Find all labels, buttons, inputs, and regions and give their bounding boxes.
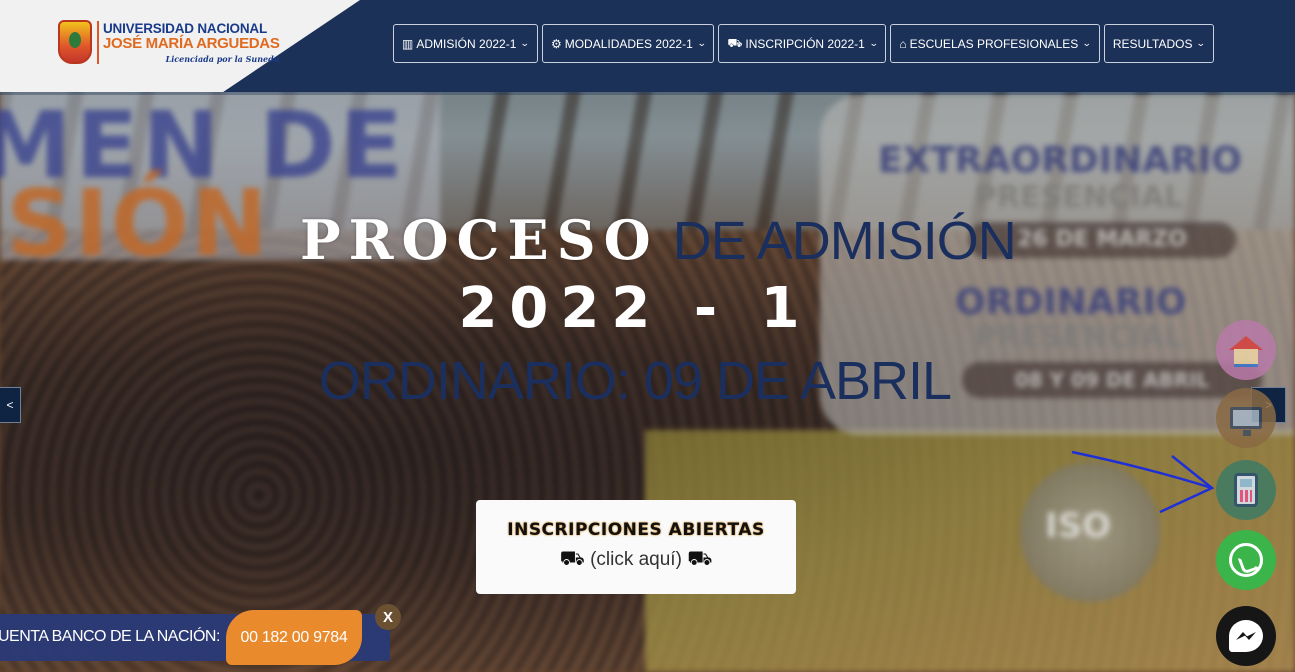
chevron-down-icon: ⌄ — [520, 38, 531, 48]
virtual-platform-button[interactable] — [1216, 388, 1276, 448]
carousel-prev-button[interactable]: < — [0, 387, 21, 423]
nav-resultados-label: RESULTADOS — [1112, 36, 1193, 51]
bank-account-number: 00 182 00 9784 — [226, 610, 362, 665]
cta-title: INSCRIPCIONES ABIERTAS — [507, 520, 765, 540]
nav-admision[interactable]: ▥ ADMISIÓN 2022-1 ⌄ — [393, 24, 538, 63]
headline-title: PROCESO DE ADMISIÓN — [300, 205, 1017, 276]
monitor-icon — [1230, 407, 1262, 436]
nav-modalidades[interactable]: ⚙ MODALIDADES 2022-1 ⌄ — [541, 24, 715, 63]
logo-line-1: UNIVERSIDAD NACIONAL — [103, 20, 268, 36]
hero-headline: PROCESO DE ADMISIÓN 2022 - 1 ORDINARIO: … — [300, 205, 1017, 416]
cta-link-text: (click aquí) — [590, 549, 682, 570]
institution-icon: ⌂ — [899, 36, 907, 51]
annotation-arrow-icon — [1071, 450, 1215, 514]
chevron-down-icon: ⌄ — [696, 38, 707, 48]
modalities-icon: ⚙ — [550, 36, 562, 51]
house-icon — [1231, 336, 1261, 367]
headline-date: ORDINARIO: 09 DE ABRIL — [318, 351, 952, 411]
logo-tagline: Licenciada por la Sunedu — [165, 53, 280, 64]
person-desk-icon: ⛟ — [727, 35, 743, 50]
building-icon: ▥ — [402, 36, 414, 51]
bank-account-label: UENTA BANCO DE LA NACIÓN: — [0, 628, 220, 645]
person-desk-icon: ⛟ — [687, 548, 713, 570]
nav-inscripcion[interactable]: ⛟ INSCRIPCIÓN 2022-1 ⌄ — [718, 24, 887, 63]
logo-line-2: JOSÉ MARÍA ARGUEDAS — [103, 34, 280, 52]
close-bank-bar-button[interactable]: X — [375, 604, 401, 630]
whatsapp-icon — [1229, 543, 1263, 577]
university-logo[interactable]: UNIVERSIDAD NACIONAL JOSÉ MARÍA ARGUEDAS… — [58, 20, 280, 64]
crest-icon — [58, 20, 92, 64]
messenger-icon — [1229, 620, 1263, 652]
nav-resultados[interactable]: RESULTADOS ⌄ — [1103, 24, 1214, 63]
nav-escuelas[interactable]: ⌂ ESCUELAS PROFESIONALES ⌄ — [890, 24, 1100, 63]
person-desk-icon: ⛟ — [559, 548, 585, 570]
pos-terminal-icon — [1234, 473, 1258, 507]
headline-proceso: PROCESO — [300, 208, 659, 272]
home-button[interactable] — [1216, 320, 1276, 380]
nav-inscripcion-label: INSCRIPCIÓN 2022-1 — [745, 36, 865, 51]
payment-button[interactable] — [1216, 460, 1276, 520]
whatsapp-button[interactable] — [1216, 530, 1276, 590]
cta-link[interactable]: ⛟ (click aquí) ⛟ — [476, 548, 796, 573]
nav-modalidades-label: MODALIDADES 2022-1 — [564, 36, 693, 51]
chevron-down-icon: ⌄ — [868, 38, 879, 48]
chevron-down-icon: ⌄ — [1082, 38, 1093, 48]
headline-year: 2022 - 1 — [458, 276, 812, 341]
chevron-down-icon: ⌄ — [1196, 38, 1207, 48]
headline-de-admision: DE ADMISIÓN — [658, 211, 1017, 271]
messenger-button[interactable] — [1216, 606, 1276, 666]
inscripciones-cta[interactable]: INSCRIPCIONES ABIERTAS ⛟ (click aquí) ⛟ — [476, 500, 796, 594]
nav-admision-label: ADMISIÓN 2022-1 — [416, 36, 517, 51]
main-nav: ▥ ADMISIÓN 2022-1 ⌄ ⚙ MODALIDADES 2022-1… — [393, 24, 1214, 63]
nav-escuelas-label: ESCUELAS PROFESIONALES — [909, 36, 1079, 51]
